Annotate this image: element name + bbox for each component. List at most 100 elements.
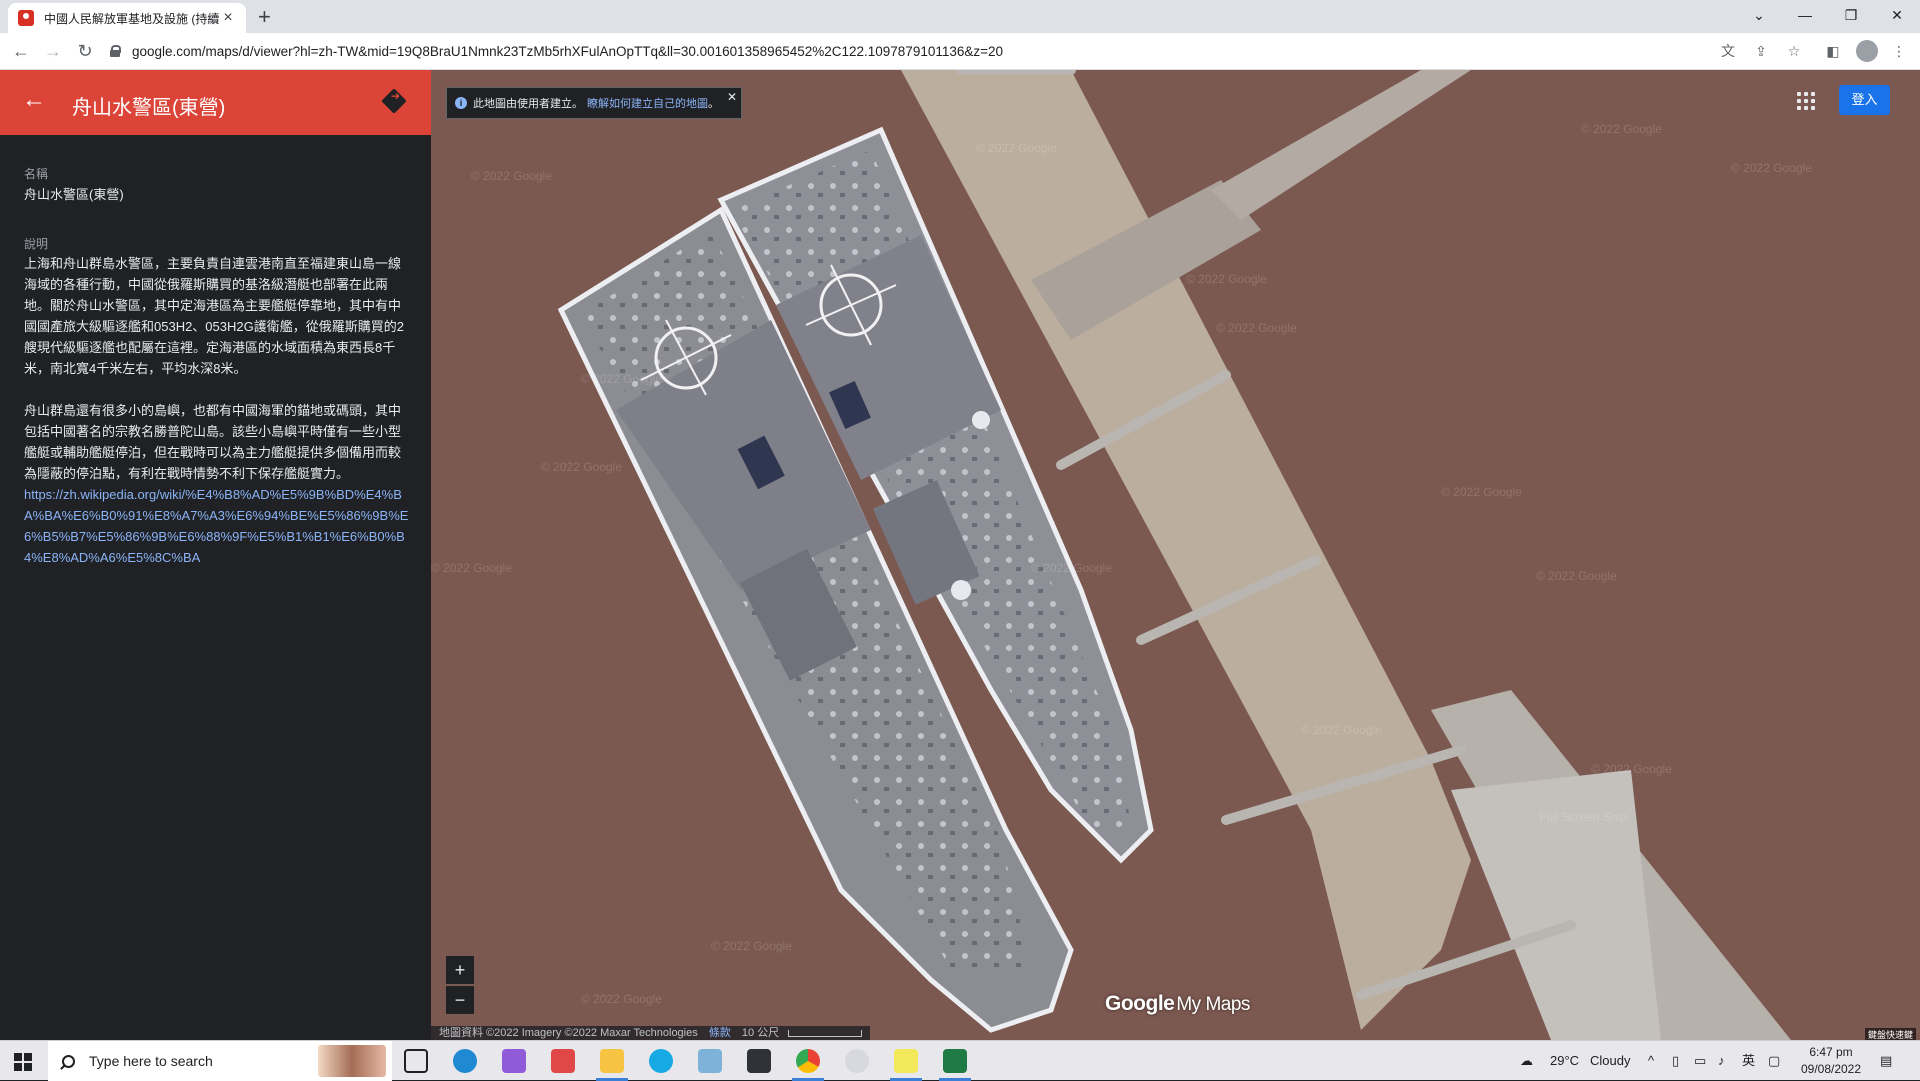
name-value: 舟山水警區(東營) [24,187,124,202]
zoom-out-button[interactable]: − [446,986,474,1014]
svg-text:© 2022 Google: © 2022 Google [1441,485,1522,499]
browser-tab[interactable]: 中國人民解放軍基地及設施 (持續… × [8,3,246,33]
panel-header: ← 舟山水警區(東營) [0,70,431,135]
close-notice-icon[interactable]: ✕ [727,90,737,104]
new-tab-button[interactable]: + [258,4,271,30]
clock-date: 09/08/2022 [1800,1062,1862,1076]
back-arrow-icon[interactable]: ← [22,86,46,114]
volume-icon[interactable]: ♪ [1718,1041,1725,1081]
ime-indicator[interactable]: 英 [1742,1041,1755,1081]
satellite-imagery: © 2022 Google © 2022 Google © 2022 Googl… [431,70,1920,1040]
taskbar-search[interactable]: Type here to search [48,1041,392,1081]
description-body: 上海和舟山群島水警區，主要負責自連雲港南直至福建東山島一線海域的各種行動，中國從… [24,253,412,568]
info-icon: i [455,97,467,109]
wikipedia-link[interactable]: https://zh.wikipedia.org/wiki/%E4%B8%AD%… [24,484,412,568]
bookmark-star-icon[interactable]: ☆ [1784,41,1804,61]
svg-text:© 2022 Google: © 2022 Google [711,939,792,953]
learn-more-link[interactable]: 瞭解如何建立自己的地圖 [587,95,708,111]
tab-title: 中國人民解放軍基地及設施 (持續… [44,11,220,26]
network-icon[interactable]: ▭ [1694,1041,1706,1081]
svg-text:© 2022 Google: © 2022 Google [1301,723,1382,737]
panel-title: 舟山水警區(東營) [72,97,226,119]
svg-text:© 2022 Google: © 2022 Google [1536,569,1617,583]
zoom-in-button[interactable]: + [446,956,474,984]
task-view-icon[interactable] [404,1049,428,1073]
terminal-icon[interactable] [747,1049,771,1073]
restore-button[interactable]: ❐ [1828,0,1874,30]
file-explorer-icon[interactable] [596,1049,628,1081]
forward-button[interactable]: → [41,39,65,63]
description-label: 說明 [24,237,49,251]
side-panel-icon[interactable]: ◧ [1823,41,1843,61]
profile-avatar[interactable] [1856,40,1878,62]
battery-icon[interactable]: ▯ [1672,1041,1679,1081]
visual-studio-icon[interactable] [502,1049,526,1073]
clock-time: 6:47 pm [1809,1045,1853,1059]
svg-text:© 2022 Google: © 2022 Google [471,169,552,183]
chrome-icon[interactable] [792,1049,824,1081]
svg-text:© 2022 Google: © 2022 Google [1581,122,1662,136]
search-placeholder: Type here to search [89,1053,213,1069]
browser-tab-strip: 中國人民解放軍基地及設施 (持續… × + ⌄ — ❐ ✕ [0,0,1920,33]
map-attribution: 地圖資料 ©2022 Imagery ©2022 Maxar Technolog… [431,1026,871,1040]
sign-in-button[interactable]: 登入 [1839,85,1890,115]
weather-icon[interactable]: ☁ [1520,1041,1533,1081]
svg-text:© 2022 Google: © 2022 Google [1216,321,1297,335]
calendar-icon[interactable]: ▢ [1768,1041,1780,1081]
browser-toolbar: ← → ↻ google.com/maps/d/viewer?hl=zh-TW&… [0,33,1920,70]
clock[interactable]: 6:47 pm 09/08/2022 [1800,1044,1862,1078]
search-icon [62,1054,75,1068]
map-canvas[interactable]: © 2022 Google © 2022 Google © 2022 Googl… [431,70,1920,1040]
scale-bar [788,1029,863,1037]
name-label: 名稱 [24,167,49,181]
weather-text[interactable]: Cloudy [1590,1041,1630,1081]
search-highlight-art [318,1045,386,1077]
snipping-tool-icon[interactable] [845,1049,869,1073]
skype-icon[interactable] [649,1049,673,1073]
svg-text:© 2022 Google: © 2022 Google [1731,161,1812,175]
address-bar[interactable]: google.com/maps/d/viewer?hl=zh-TW&mid=19… [110,37,1710,65]
keyboard-shortcuts-link[interactable]: 鍵盤快速鍵 [1864,1028,1916,1040]
weather-temp[interactable]: 29°C [1550,1041,1579,1081]
anydesk-icon[interactable] [551,1049,575,1073]
directions-icon[interactable] [381,88,407,114]
scale-label[interactable]: 10 公尺 [742,1027,779,1039]
back-button[interactable]: ← [9,39,33,63]
url-text: google.com/maps/d/viewer?hl=zh-TW&mid=19… [132,43,1004,59]
reload-button[interactable]: ↻ [73,39,97,63]
excel-icon[interactable] [939,1049,971,1081]
maps-favicon-icon [18,10,34,26]
svg-text:© 2022 Google: © 2022 Google [581,372,662,386]
svg-text:© 2022 Google: © 2022 Google [976,141,1057,155]
lock-icon[interactable] [110,45,121,57]
svg-text:© 2022 Google: © 2022 Google [581,992,662,1006]
share-icon[interactable]: ⇪ [1751,41,1771,61]
attribution-text: 地圖資料 ©2022 Imagery ©2022 Maxar Technolog… [439,1027,698,1039]
svg-text:© 2022 Google: © 2022 Google [1186,272,1267,286]
translate-icon[interactable]: 文 [1718,41,1738,61]
notification-icon[interactable]: ▤ [1880,1041,1892,1081]
minimize-button[interactable]: — [1782,0,1828,30]
tray-chevron-icon[interactable]: ^ [1648,1041,1654,1081]
sticky-notes-icon[interactable] [890,1049,922,1081]
app-icon[interactable] [698,1049,722,1073]
tab-close-icon[interactable]: × [220,9,236,27]
user-created-notice: i 此地圖由使用者建立。 瞭解如何建立自己的地圖 。 ✕ [446,87,742,119]
details-panel: ← 舟山水警區(東營) 名稱 舟山水警區(東營) 說明 上海和舟山群島水警區，主… [0,70,431,1040]
apps-grid-icon[interactable] [1797,92,1815,110]
description-paragraph: 舟山群島還有很多小的島嶼，也都有中國海軍的錨地或碼頭，其中包括中國著名的宗教名勝… [24,403,402,481]
edge-icon[interactable] [453,1049,477,1073]
windows-start-icon[interactable] [14,1053,32,1071]
notice-text: 此地圖由使用者建立。 [473,98,583,110]
description-paragraph: 上海和舟山群島水警區，主要負責自連雲港南直至福建東山島一線海域的各種行動，中國從… [24,256,404,376]
notice-suffix: 。 [708,98,719,110]
google-my-maps-logo: Google My Maps [1105,992,1250,1015]
svg-text:© 2022 Google: © 2022 Google [541,460,622,474]
menu-dots-icon[interactable]: ⋮ [1889,41,1909,61]
close-window-button[interactable]: ✕ [1874,0,1920,30]
svg-text:Full Screen Snip: Full Screen Snip [1539,810,1627,824]
tab-search-icon[interactable]: ⌄ [1736,0,1782,30]
svg-text:© 2022 Google: © 2022 Google [1031,561,1112,575]
svg-text:© 2022 Google: © 2022 Google [1591,762,1672,776]
terms-link[interactable]: 條款 [709,1027,731,1039]
